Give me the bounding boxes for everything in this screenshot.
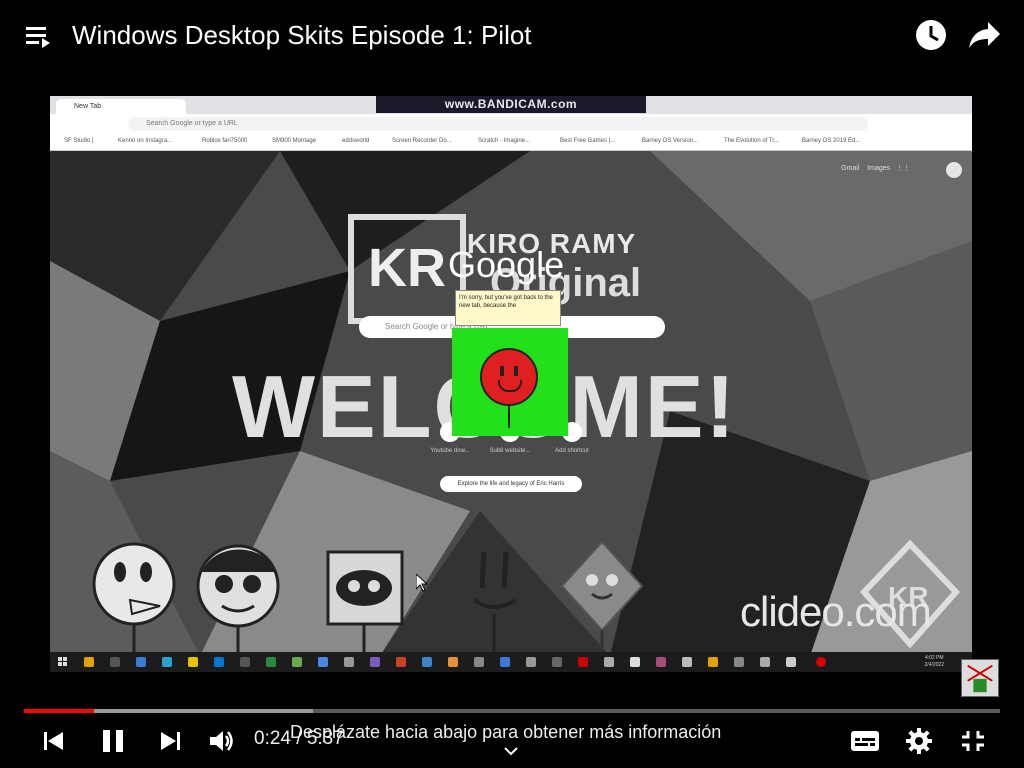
taskbar-app-icon[interactable] bbox=[604, 657, 614, 667]
taskbar-app-icon[interactable] bbox=[240, 657, 250, 667]
taskbar-app-icon[interactable] bbox=[448, 657, 458, 667]
bookmark-item[interactable]: SM900 Montage bbox=[272, 138, 316, 144]
speech-bubble: I'm sorry, but you've got back to the ne… bbox=[455, 290, 561, 326]
shortcut-label: Youtube dow... bbox=[430, 448, 470, 454]
taskbar-app-icon[interactable] bbox=[552, 657, 562, 667]
taskbar-app-icon[interactable] bbox=[760, 657, 770, 667]
red-face-character bbox=[480, 348, 538, 406]
taskbar-app-icon[interactable] bbox=[344, 657, 354, 667]
share-icon[interactable] bbox=[968, 20, 1002, 50]
record-icon[interactable] bbox=[816, 657, 826, 667]
progress-played bbox=[24, 709, 95, 713]
taskbar-app-icon[interactable] bbox=[500, 657, 510, 667]
bookmark-item[interactable]: The Evolution of Tr... bbox=[724, 138, 779, 144]
bookmarks-bar: SF Studio | Kenno on Instagra... Roblox … bbox=[50, 134, 972, 151]
taskbar-app-icon[interactable] bbox=[578, 657, 588, 667]
scroll-hint: Desplázate hacia abajo para obtener más … bbox=[290, 722, 722, 742]
account-avatar[interactable] bbox=[946, 162, 962, 178]
taskbar-app-icon[interactable] bbox=[162, 657, 172, 667]
video-title: Windows Desktop Skits Episode 1: Pilot bbox=[72, 20, 532, 50]
taskbar-app-icon[interactable] bbox=[110, 657, 120, 667]
taskbar-app-icon[interactable] bbox=[136, 657, 146, 667]
taskbar-app-icon[interactable] bbox=[370, 657, 380, 667]
green-screen-character bbox=[452, 328, 568, 436]
taskbar-app-icon[interactable] bbox=[474, 657, 484, 667]
gmail-link-text[interactable]: Gmail bbox=[841, 165, 859, 172]
shortcut-label: Add shortcut bbox=[555, 448, 589, 454]
windows-start-icon[interactable] bbox=[58, 657, 68, 667]
bookmark-item[interactable]: Kenno on Instagra... bbox=[118, 138, 172, 144]
character-face-3 bbox=[326, 550, 404, 652]
omnibox[interactable]: Search Google or type a URL bbox=[128, 117, 868, 131]
progress-bar[interactable] bbox=[24, 709, 1000, 713]
bookmark-item[interactable]: Barney OS Version... bbox=[642, 138, 698, 144]
bookmark-item[interactable]: eddsworld bbox=[342, 138, 369, 144]
clideo-watermark: clideo.com bbox=[740, 588, 932, 635]
taskbar-app-icon[interactable] bbox=[708, 657, 718, 667]
mouse-cursor-icon bbox=[416, 574, 428, 592]
bookmark-item[interactable]: Roblox fan75000 bbox=[202, 138, 247, 144]
taskbar-app-icon[interactable] bbox=[422, 657, 432, 667]
taskbar-app-icon[interactable] bbox=[786, 657, 796, 667]
character-face-4 bbox=[472, 551, 518, 652]
channel-watermark-icon[interactable] bbox=[961, 659, 999, 697]
character-body bbox=[508, 406, 510, 428]
character-face-1 bbox=[92, 542, 176, 652]
top-bar: Windows Desktop Skits Episode 1: Pilot bbox=[0, 0, 1024, 72]
character-face-2 bbox=[196, 544, 280, 652]
taskbar-app-icon[interactable] bbox=[396, 657, 406, 667]
next-icon[interactable] bbox=[158, 730, 182, 752]
clock-date: 2/4/2022 bbox=[924, 662, 944, 668]
taskbar-app-icon[interactable] bbox=[682, 657, 692, 667]
taskbar-app-icon[interactable] bbox=[656, 657, 666, 667]
bookmark-item[interactable]: Scratch - Imagine... bbox=[478, 138, 530, 144]
exit-fullscreen-icon[interactable] bbox=[960, 729, 986, 753]
watch-later-icon[interactable] bbox=[914, 18, 948, 52]
bookmark-item[interactable]: Screen Recorder Do... bbox=[392, 138, 452, 144]
google-logo: Google bbox=[448, 244, 565, 285]
browser-tab[interactable]: New Tab bbox=[56, 99, 186, 114]
taskbar-app-icon[interactable] bbox=[318, 657, 328, 667]
browser-toolbar: Search Google or type a URL bbox=[50, 114, 972, 134]
bookmark-item[interactable]: SF Studio | bbox=[64, 138, 94, 144]
bookmark-item[interactable]: Barney OS 2019 Ed... bbox=[802, 138, 860, 144]
images-link[interactable]: Images bbox=[867, 165, 890, 172]
apps-grid-icon[interactable]: ⋮⋮ bbox=[896, 165, 910, 172]
playlist-icon[interactable] bbox=[26, 25, 54, 49]
shortcut-label: Sub8 website... bbox=[489, 448, 531, 454]
taskbar-app-icon[interactable] bbox=[526, 657, 536, 667]
taskbar-app-icon[interactable] bbox=[734, 657, 744, 667]
google-top-links: Gmail Images ⋮⋮ bbox=[841, 164, 910, 172]
taskbar-clock[interactable]: 4:02 PM 2/4/2022 bbox=[925, 655, 944, 669]
bandicam-watermark: www.BANDICAM.com bbox=[376, 96, 646, 113]
settings-icon[interactable] bbox=[905, 727, 933, 755]
bookmark-item[interactable]: Best Free Games |... bbox=[560, 138, 615, 144]
windows-taskbar: 4:02 PM 2/4/2022 bbox=[50, 652, 972, 672]
pause-icon[interactable] bbox=[100, 728, 126, 754]
chevron-down-icon[interactable] bbox=[502, 745, 520, 757]
video-frame[interactable]: New Tab www.BANDICAM.com Search Google o… bbox=[50, 96, 972, 672]
character-diamond bbox=[560, 540, 644, 652]
taskbar-app-icon[interactable] bbox=[292, 657, 302, 667]
previous-icon[interactable] bbox=[42, 730, 66, 752]
volume-icon[interactable] bbox=[208, 728, 236, 754]
taskbar-app-icon[interactable] bbox=[188, 657, 198, 667]
clock-time: 4:02 PM bbox=[924, 655, 944, 661]
explore-chip[interactable]: Explore the life and legacy of Eric Harr… bbox=[440, 476, 582, 492]
taskbar-app-icon[interactable] bbox=[266, 657, 276, 667]
taskbar-app-icon[interactable] bbox=[84, 657, 94, 667]
taskbar-app-icon[interactable] bbox=[214, 657, 224, 667]
subtitles-icon[interactable] bbox=[850, 730, 880, 752]
taskbar-app-icon[interactable] bbox=[630, 657, 640, 667]
